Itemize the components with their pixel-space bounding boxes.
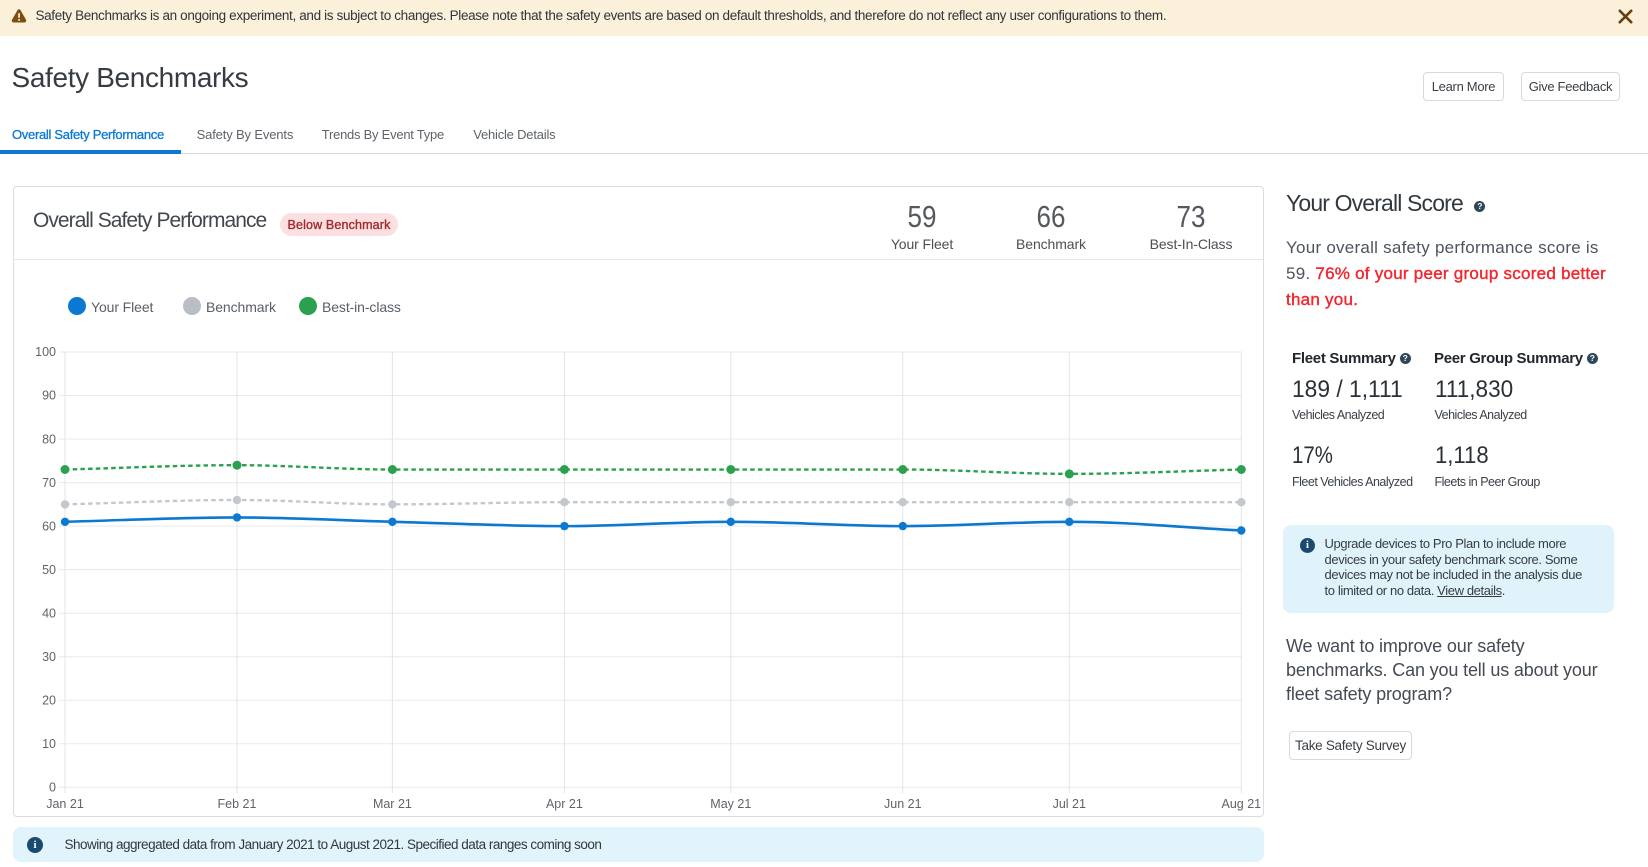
svg-text:80: 80 — [42, 432, 56, 446]
svg-text:50: 50 — [42, 563, 56, 577]
svg-text:100: 100 — [35, 345, 56, 359]
svg-text:Jul 21: Jul 21 — [1053, 797, 1086, 811]
svg-text:Jun 21: Jun 21 — [884, 797, 922, 811]
svg-text:30: 30 — [42, 650, 56, 664]
svg-text:10: 10 — [42, 737, 56, 751]
svg-text:Mar 21: Mar 21 — [373, 797, 412, 811]
svg-text:60: 60 — [42, 519, 56, 533]
svg-text:Aug 21: Aug 21 — [1221, 797, 1261, 811]
svg-text:Feb 21: Feb 21 — [218, 797, 257, 811]
svg-text:May 21: May 21 — [710, 797, 751, 811]
svg-text:0: 0 — [49, 781, 56, 795]
svg-text:20: 20 — [42, 693, 56, 707]
svg-text:40: 40 — [42, 606, 56, 620]
svg-text:Jan 21: Jan 21 — [46, 797, 84, 811]
svg-text:90: 90 — [42, 389, 56, 403]
svg-text:Apr 21: Apr 21 — [546, 797, 583, 811]
svg-text:70: 70 — [42, 476, 56, 490]
